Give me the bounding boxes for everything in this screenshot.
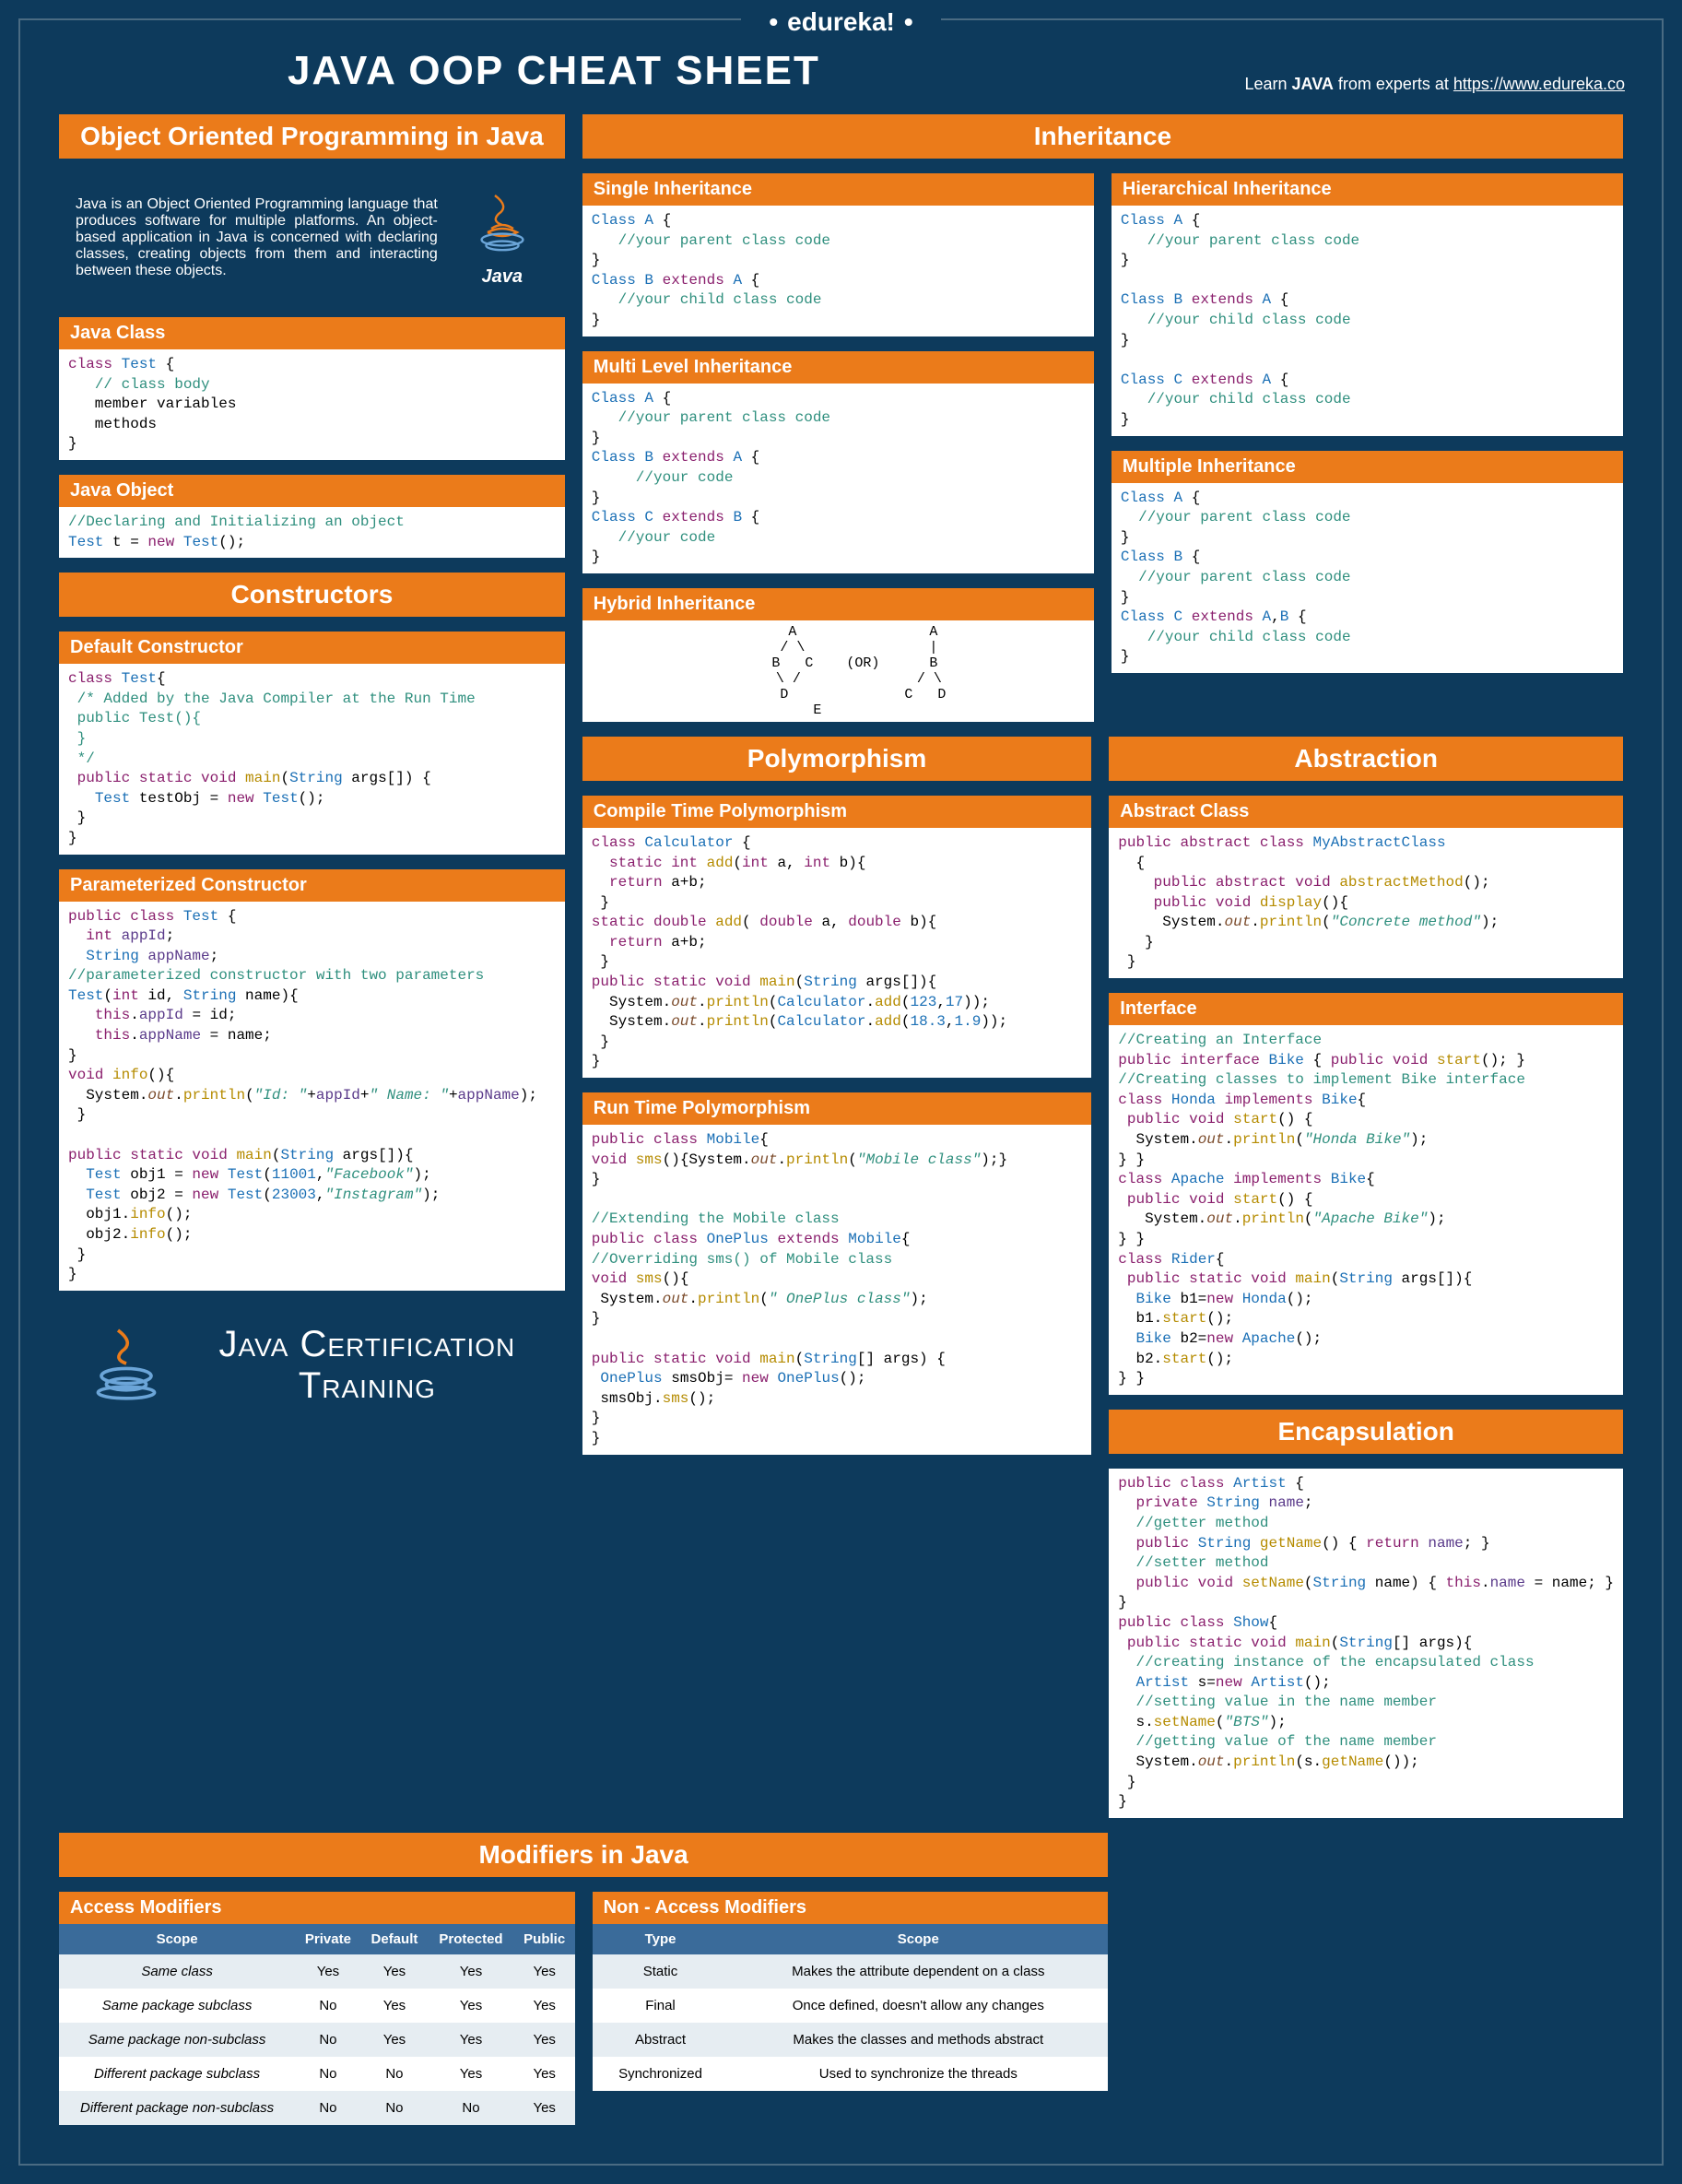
nonaccess-modifiers-table: TypeScope StaticMakes the attribute depe… — [593, 1924, 1109, 2091]
table-row: AbstractMakes the classes and methods ab… — [593, 2023, 1109, 2057]
header-polymorphism: Polymorphism — [581, 735, 1093, 783]
card-single-inh: Single Inheritance Class A { //your pare… — [581, 171, 1096, 338]
header-abstraction: Abstraction — [1107, 735, 1625, 783]
table-row: StaticMakes the attribute dependent on a… — [593, 1954, 1109, 1989]
card-multilevel-inh: Multi Level Inheritance Class A { //your… — [581, 349, 1096, 575]
header-inheritance: Inheritance — [581, 112, 1625, 160]
card-hier-inh: Hierarchical Inheritance Class A { //you… — [1110, 171, 1625, 438]
java-logo-icon: Java — [456, 188, 548, 288]
header-constructors: Constructors — [57, 571, 567, 619]
header-modifiers: Modifiers in Java — [57, 1831, 1110, 1879]
card-abstract-class: Abstract Class public abstract class MyA… — [1107, 794, 1625, 980]
card-default-constructor: Default Constructor class Test{ /* Added… — [57, 630, 567, 856]
access-modifiers-table: ScopePrivateDefaultProtectedPublic Same … — [59, 1924, 575, 2125]
intro-box: Java is an Object Oriented Programming l… — [57, 171, 567, 304]
table-row: Same classYesYesYesYes — [59, 1954, 575, 1989]
brand-label: edureka! — [741, 7, 940, 37]
learn-line: Learn JAVA from experts at https://www.e… — [1244, 75, 1625, 94]
card-hybrid-inh: Hybrid Inheritance A A / \ | B C (OR) B … — [581, 586, 1096, 724]
card-access-modifiers: Access Modifiers ScopePrivateDefaultProt… — [57, 1890, 577, 2127]
table-row: FinalOnce defined, doesn't allow any cha… — [593, 1989, 1109, 2023]
java-cup-icon — [85, 1322, 168, 1410]
card-interface: Interface //Creating an Interface public… — [1107, 991, 1625, 1397]
card-param-constructor: Parameterized Constructor public class T… — [57, 868, 567, 1293]
header-oop: Object Oriented Programming in Java — [57, 112, 567, 160]
intro-text: Java is an Object Oriented Programming l… — [76, 196, 438, 279]
cert-title: Java Certification Training — [195, 1324, 539, 1407]
page-title: JAVA OOP CHEAT SHEET — [288, 48, 820, 94]
table-row: Same package non-subclassNoYesYesYes — [59, 2023, 575, 2057]
table-row: SynchronizedUsed to synchronize the thre… — [593, 2057, 1109, 2091]
table-row: Same package subclassNoYesYesYes — [59, 1989, 575, 2023]
cert-banner: Java Certification Training — [57, 1304, 567, 1428]
card-compile-poly: Compile Time Polymorphism class Calculat… — [581, 794, 1093, 1080]
card-nonaccess-modifiers: Non - Access Modifiers TypeScope StaticM… — [591, 1890, 1111, 2093]
table-row: Different package non-subclassNoNoNoYes — [59, 2091, 575, 2125]
card-multiple-inh: Multiple Inheritance Class A { //your pa… — [1110, 449, 1625, 675]
header-encapsulation: Encapsulation — [1107, 1408, 1625, 1456]
table-row: Different package subclassNoNoYesYes — [59, 2057, 575, 2091]
card-java-class: Java Class class Test { // class body me… — [57, 315, 567, 462]
card-encapsulation: public class Artist { private String nam… — [1107, 1467, 1625, 1820]
card-run-poly: Run Time Polymorphism public class Mobil… — [581, 1091, 1093, 1457]
learn-link[interactable]: https://www.edureka.co — [1453, 75, 1625, 93]
card-java-object: Java Object //Declaring and Initializing… — [57, 473, 567, 560]
